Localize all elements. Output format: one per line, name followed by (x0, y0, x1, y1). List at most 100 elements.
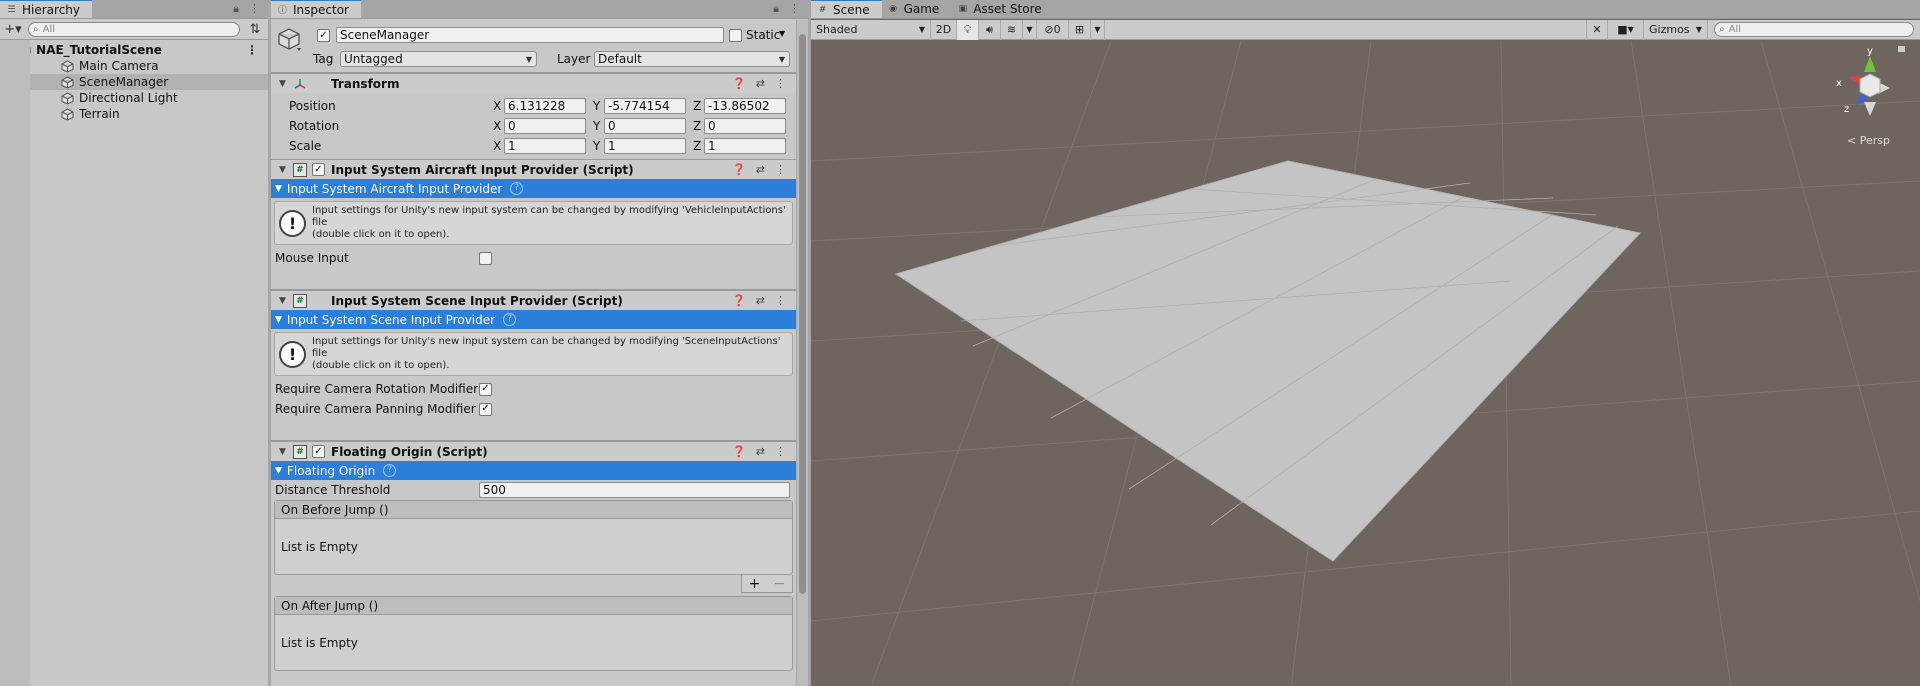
orientation-gizmo[interactable]: y x z (1830, 44, 1910, 134)
rotation-x-field[interactable]: 0 (504, 118, 586, 134)
scene-kebab-icon[interactable]: ⋮ (246, 43, 258, 57)
sort-icon[interactable]: ⇅ (246, 22, 264, 37)
static-dropdown-icon[interactable]: ▼ (779, 29, 785, 38)
lighting-toggle-icon[interactable]: 💡︎ (957, 19, 979, 40)
fold-arrow-icon[interactable]: ▼ (279, 165, 286, 175)
position-y: Y -5.774154 (593, 98, 686, 114)
scrollbar-thumb[interactable] (799, 34, 806, 594)
kebab-menu-icon[interactable]: ⋮ (775, 445, 786, 458)
scale-x-field[interactable]: 1 (504, 138, 586, 154)
toggle-2d-button[interactable]: 2D (931, 19, 957, 40)
kebab-menu-icon[interactable]: ⋮ (249, 2, 260, 16)
scale-z-field[interactable]: 1 (704, 138, 786, 154)
audio-toggle-icon[interactable]: 🔊︎ (979, 19, 1001, 40)
kebab-menu-icon[interactable]: ⋮ (789, 2, 800, 16)
add-object-button[interactable]: +▾ (4, 22, 22, 37)
component-enabled-checkbox[interactable]: ✓ (312, 163, 325, 176)
fold-arrow-icon[interactable]: ▼ (279, 79, 286, 89)
effects-dropdown-icon[interactable]: ▼ (1023, 19, 1037, 40)
tab-inspector[interactable]: ⓘ Inspector (271, 0, 361, 18)
scene-root-row[interactable]: ▼ NAE_TutorialScene ⋮ (0, 42, 268, 58)
fold-arrow-icon[interactable]: ▼ (279, 296, 286, 306)
distance-threshold-field[interactable]: 500 (479, 482, 790, 498)
floating-origin-header[interactable]: ▼ # ✓ Floating Origin (Script) ❓ ⇄ ⋮ (271, 441, 796, 461)
scene-input-section-bar[interactable]: ▼ Input System Scene Input Provider ? (271, 310, 796, 329)
mouse-input-checkbox[interactable] (479, 251, 492, 265)
scale-x-value: 1 (508, 139, 516, 153)
help-icon[interactable]: ❓ (732, 163, 746, 176)
preset-icon[interactable]: ⇄ (756, 445, 765, 458)
event-footer: + − (274, 575, 793, 593)
inspector-scrollbar[interactable] (796, 20, 808, 686)
gizmos-dropdown[interactable]: Gizmos ▼ (1644, 19, 1708, 40)
chevron-down-icon: ▼ (275, 465, 282, 476)
tab-hierarchy[interactable]: ☰ Hierarchy (0, 0, 93, 18)
scale-y-field[interactable]: 1 (604, 138, 686, 154)
rotation-modifier-checkbox[interactable]: ✓ (479, 382, 492, 396)
position-x-field[interactable]: 6.131228 (504, 98, 586, 114)
preset-icon[interactable]: ⇄ (756, 163, 765, 176)
add-listener-button[interactable]: + (749, 576, 761, 592)
tab-asset-store[interactable]: ▣ Asset Store (951, 0, 1053, 18)
help-circle-icon[interactable]: ? (383, 464, 397, 477)
transform-header[interactable]: ▼ Transform ❓ ⇄ ⋮ (271, 73, 796, 93)
camera-dropdown[interactable]: ■ ▼ (1608, 19, 1644, 40)
hierarchy-item[interactable]: Directional Light (0, 90, 268, 106)
aircraft-section-bar[interactable]: ▼ Input System Aircraft Input Provider ? (271, 179, 796, 198)
projection-label[interactable]: < Persp (1847, 134, 1890, 147)
lock-icon[interactable]: 🔒︎ (233, 2, 239, 16)
gameobject-header: ✓ SceneManager Static ▼ Tag Untagged ▼ La… (271, 20, 796, 73)
layer-dropdown[interactable]: Default ▼ (594, 51, 790, 67)
kebab-menu-icon[interactable]: ⋮ (775, 77, 786, 90)
tab-scene[interactable]: # Scene (811, 0, 882, 18)
script-icon: # (293, 294, 307, 308)
help-icon[interactable]: ❓ (732, 77, 746, 90)
tab-game[interactable]: ◉ Game (882, 0, 952, 18)
help-icon[interactable]: ❓ (732, 294, 746, 307)
remove-listener-button[interactable]: − (774, 576, 786, 592)
axis-x-label: X (493, 139, 502, 153)
scene-search-input[interactable]: ⌕ All (1714, 22, 1914, 37)
scene-input-provider-header[interactable]: ▼ # Input System Scene Input Provider (S… (271, 290, 796, 310)
hierarchy-item[interactable]: Main Camera (0, 58, 268, 74)
kebab-menu-icon[interactable]: ⋮ (775, 163, 786, 176)
active-checkbox[interactable]: ✓ (317, 29, 330, 42)
scene-viewport[interactable] (811, 41, 1920, 686)
grid-toggle-icon[interactable]: ⊞ (1069, 19, 1091, 40)
help-icon[interactable]: ❓ (732, 445, 746, 458)
hierarchy-search-input[interactable]: ⌕ All (28, 21, 240, 37)
layer-value: Default (598, 52, 642, 66)
grid-dropdown-icon[interactable]: ▼ (1091, 19, 1105, 40)
component-enabled-checkbox[interactable]: ✓ (312, 445, 325, 458)
help-circle-icon[interactable]: ? (503, 313, 517, 326)
panning-modifier-checkbox[interactable]: ✓ (479, 402, 492, 416)
hierarchy-item[interactable]: Terrain (0, 106, 268, 122)
position-y-field[interactable]: -5.774154 (604, 98, 686, 114)
event-header: On Before Jump () (275, 501, 792, 519)
help-circle-icon[interactable]: ? (510, 182, 524, 195)
hierarchy-item[interactable]: SceneManager (0, 74, 268, 90)
static-label: Static (746, 28, 781, 42)
on-before-jump-event: On Before Jump () List is Empty (274, 500, 793, 575)
chevron-down-icon: ▼ (275, 183, 282, 194)
preset-icon[interactable]: ⇄ (756, 294, 765, 307)
object-name-field[interactable]: SceneManager (336, 27, 724, 43)
preset-icon[interactable]: ⇄ (756, 77, 765, 90)
position-z-field[interactable]: -13.86502 (704, 98, 786, 114)
fold-arrow-icon[interactable]: ▼ (279, 447, 286, 457)
hierarchy-tabbar: ☰ Hierarchy 🔒︎ ⋮ (0, 0, 268, 19)
static-checkbox[interactable] (729, 29, 742, 42)
rotation-z-field[interactable]: 0 (704, 118, 786, 134)
shading-mode-dropdown[interactable]: Shaded ▼ (811, 19, 931, 40)
rotation-y-field[interactable]: 0 (604, 118, 686, 134)
lock-icon[interactable]: 🔒︎ (773, 2, 779, 16)
gameobject-big-cube-icon[interactable] (277, 26, 303, 52)
section-spacer (271, 268, 796, 290)
hidden-objects-toggle[interactable]: ⊘ 0 (1037, 19, 1069, 40)
floating-origin-section-bar[interactable]: ▼ Floating Origin ? (271, 461, 796, 480)
aircraft-provider-header[interactable]: ▼ # ✓ Input System Aircraft Input Provid… (271, 159, 796, 179)
tag-dropdown[interactable]: Untagged ▼ (340, 51, 537, 67)
effects-toggle-icon[interactable]: ≋ (1001, 19, 1023, 40)
tools-icon[interactable]: ✕ (1586, 19, 1608, 40)
kebab-menu-icon[interactable]: ⋮ (775, 294, 786, 307)
